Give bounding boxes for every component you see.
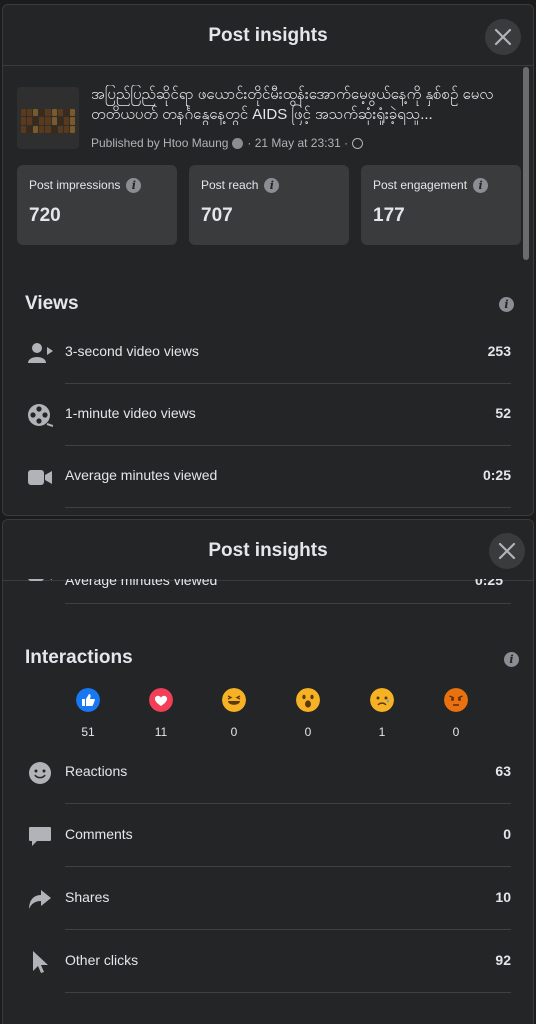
close-icon [494,28,512,46]
divider [65,992,511,993]
row-label: Reactions [65,763,128,779]
row-label: 3-second video views [65,343,199,359]
info-icon[interactable]: i [264,178,280,194]
row-label: Other clicks [65,952,139,968]
reaction-count: 0 [230,725,238,739]
post-date: · 21 May at 23:31 · [247,136,349,150]
stat-value: 177 [373,205,405,226]
reaction-sad[interactable]: 1 [367,688,397,739]
dialog-title-overlay: Post insights [208,540,328,561]
reaction-haha[interactable]: 0 [219,688,249,739]
laughing-face-icon [222,688,246,712]
stat-value: 720 [29,205,61,226]
close-icon [498,542,516,560]
sad-face-icon [370,688,394,712]
row-value: 10 [495,889,511,905]
reaction-like[interactable]: 51 [73,688,103,739]
divider [65,507,511,508]
comment-bubble-icon [29,827,51,846]
reaction-wow[interactable]: 0 [293,688,323,739]
stat-label: Post engagement [373,178,468,192]
share-arrow-icon [29,890,51,909]
row-value: 63 [495,763,511,779]
heart-icon [149,688,173,712]
interaction-row-comments: Comments 0 [25,805,511,867]
stat-label: Post reach [201,178,259,192]
reaction-count: 1 [378,725,386,739]
interaction-row-reactions: Reactions 63 [25,742,511,804]
like-icon [76,688,100,712]
globe-icon [352,137,364,149]
row-value: 253 [487,343,511,359]
row-label: Average minutes viewed [65,467,218,483]
reaction-count: 51 [81,725,95,739]
info-icon[interactable]: i [499,297,514,312]
reaction-count: 11 [154,725,168,739]
film-reel-icon [28,404,53,427]
views-heading: Views [25,293,79,314]
info-icon[interactable]: i [126,178,142,194]
info-icon[interactable]: i [473,178,489,194]
reaction-count: 0 [304,725,312,739]
row-label: 1-minute video views [65,405,196,421]
divider [65,929,511,930]
row-label: Shares [65,889,110,905]
views-row-avg: Average minutes viewed 0:25 [25,446,511,508]
surprised-face-icon [296,688,320,712]
stat-label: Post impressions [29,178,121,192]
row-value: 0:25 [482,467,511,483]
stat-card-engagement: Post engagement i 177 [361,165,521,245]
post-insights-dialog-bottom: Post insights Average minutes viewed 0:2… [2,519,534,1024]
info-icon[interactable]: i [504,652,519,667]
thumbnail-image [21,109,75,133]
views-row-1m: 1-minute video views 52 [25,384,511,446]
angry-face-icon [444,688,468,712]
row-value: 92 [495,952,511,968]
reaction-love[interactable]: 11 [146,688,176,739]
post-title[interactable]: အပြည်ပြည်ဆိုင်ရာ ဖယောင်းတိုင်မီးထွန်းအော… [91,85,509,125]
smiley-icon [29,762,51,784]
post-thumbnail[interactable] [17,87,79,149]
video-camera-icon [28,470,52,485]
stat-card-impressions: Post impressions i 720 [17,165,177,245]
post-meta: Published by Htoo Maung · 21 May at 23:3… [91,136,364,150]
dialog-title: Post insights [208,25,328,46]
stat-value: 707 [201,205,233,226]
reaction-count: 0 [452,725,460,739]
post-insights-dialog-top: Post insights အပြည်ပြည်ဆိုင်ရာ ဖယောင်းတိ… [2,4,534,516]
stat-card-reach: Post reach i 707 [189,165,349,245]
divider [65,803,511,804]
interactions-heading: Interactions [25,647,133,668]
close-button[interactable] [489,533,525,569]
row-label: Comments [65,826,133,842]
views-row-3s: 3-second video views 253 [25,322,511,384]
cursor-icon [33,951,48,973]
reaction-angry[interactable]: 0 [441,688,471,739]
interaction-row-other-clicks: Other clicks 92 [25,931,511,993]
row-value: 0 [503,826,511,842]
interaction-row-shares: Shares 10 [25,868,511,930]
dialog-header: Post insights [3,5,533,66]
row-value: 52 [495,405,511,421]
divider [65,866,511,867]
divider [65,603,511,604]
person-play-icon [28,343,53,363]
scrollbar[interactable] [523,67,529,260]
help-icon [232,137,244,149]
post-author: Published by Htoo Maung [91,136,229,150]
close-button[interactable] [485,19,521,55]
